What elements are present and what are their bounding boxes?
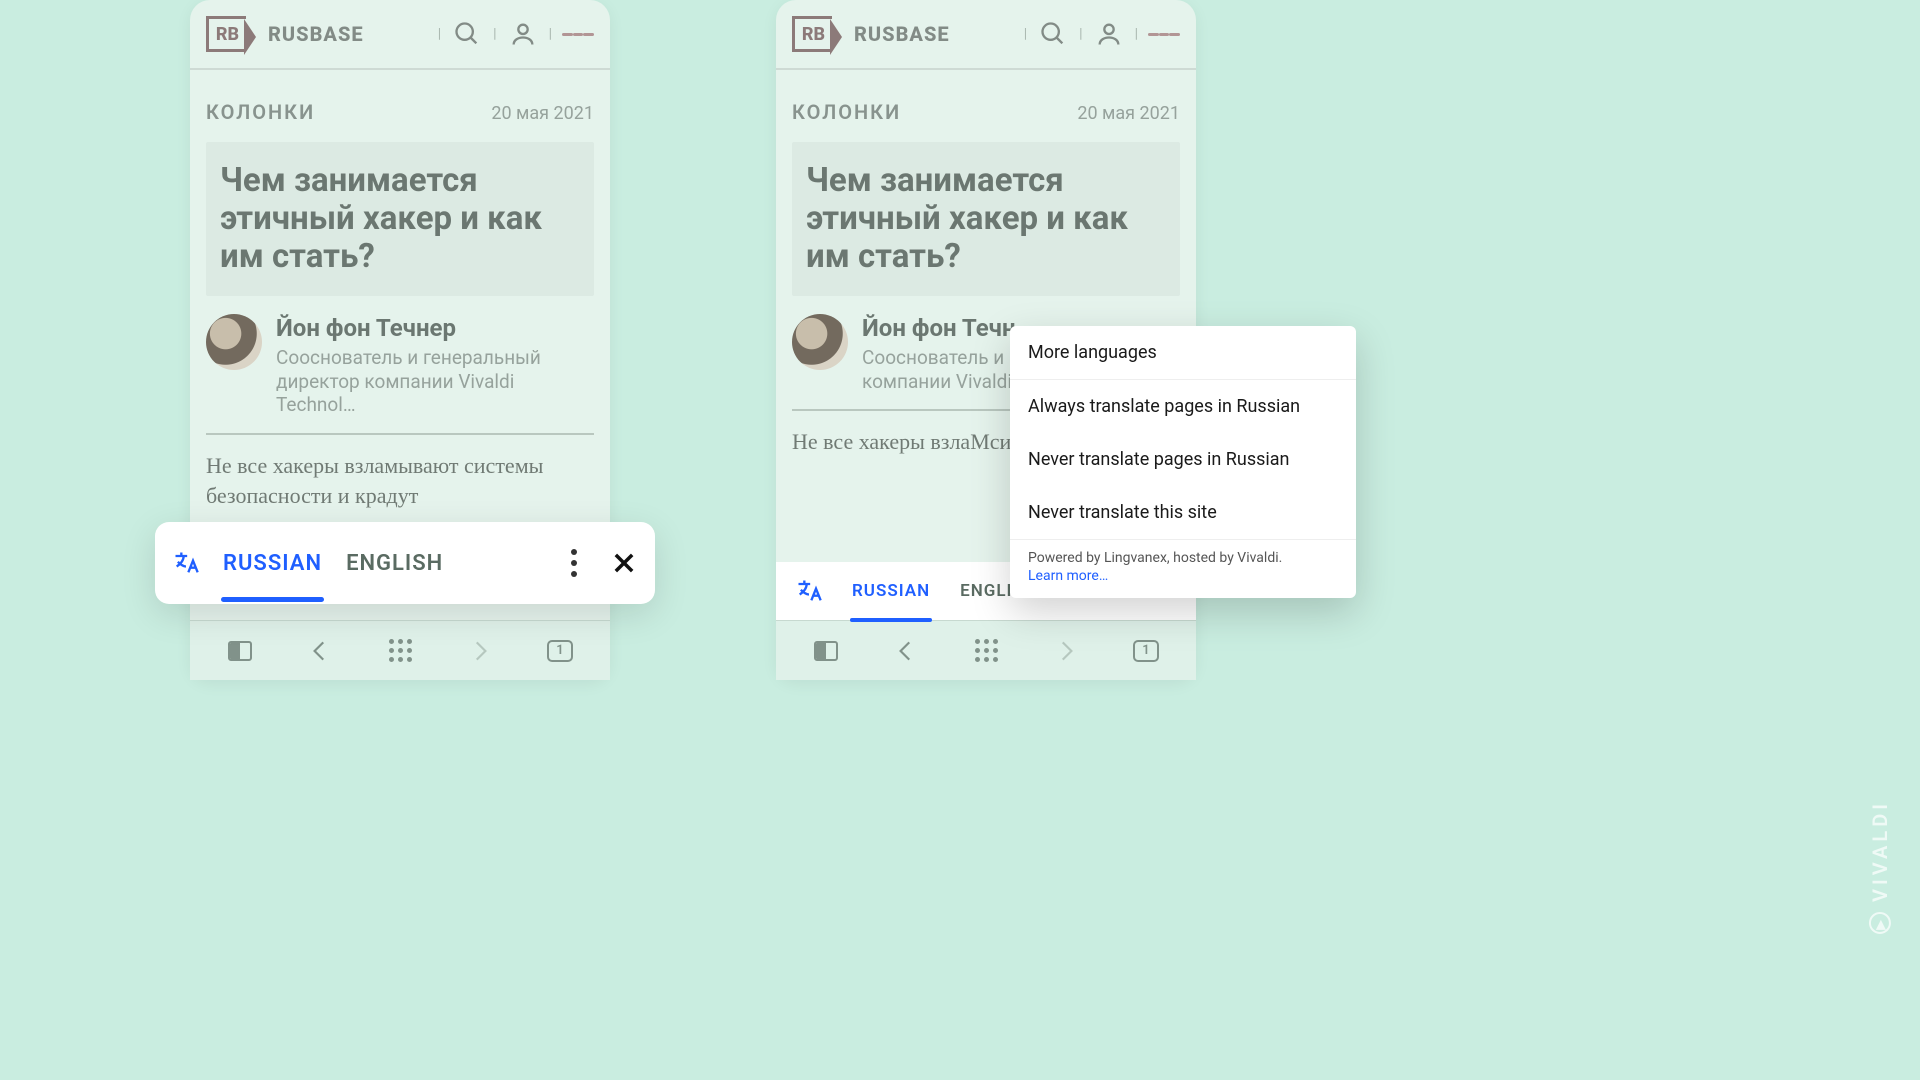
article-area: КОЛОНКИ 20 мая 2021 Чем занимается этичн…: [190, 70, 610, 510]
author-block[interactable]: Йон фон Течнер Сооснователь и генеральны…: [206, 314, 594, 417]
title-card: Чем занимается этичный хакер и как им ст…: [206, 142, 594, 296]
site-header: RB RUSBASE | | |: [190, 0, 610, 70]
category-label[interactable]: КОЛОНКИ: [792, 100, 901, 124]
translate-lang-russian[interactable]: RUSSIAN: [850, 573, 932, 609]
translate-close-icon[interactable]: [609, 548, 639, 578]
menu-footer: Powered by Lingvanex, hosted by Vivaldi.…: [1010, 539, 1356, 598]
tab-count: 1: [547, 640, 573, 662]
menu-icon[interactable]: [562, 18, 594, 50]
translate-lang-russian[interactable]: RUSSIAN: [221, 543, 324, 584]
translate-bar: RUSSIAN ENGLISH: [155, 522, 655, 604]
tab-count: 1: [1133, 640, 1159, 662]
user-icon[interactable]: [507, 18, 539, 50]
site-header: RB RUSBASE | | |: [776, 0, 1196, 70]
translate-options-menu: More languages Always translate pages in…: [1010, 326, 1356, 598]
learn-more-link[interactable]: Learn more…: [1028, 568, 1338, 584]
watermark-text: VIVALDI: [1868, 800, 1892, 902]
menu-never-lang[interactable]: Never translate pages in Russian: [1010, 433, 1356, 486]
logo-short: RB: [216, 24, 239, 45]
translate-more-icon[interactable]: [559, 548, 589, 578]
logo-short: RB: [802, 24, 825, 45]
back-icon[interactable]: [303, 634, 337, 668]
browser-bottom-nav: 1: [190, 620, 610, 680]
logo-icon[interactable]: RB: [792, 16, 832, 52]
header-icons: | | |: [438, 18, 594, 50]
tabs-icon[interactable]: 1: [543, 634, 577, 668]
article-title: Чем занимается этичный хакер и как им ст…: [220, 162, 580, 276]
tabs-icon[interactable]: 1: [1129, 634, 1163, 668]
author-subtitle: Сооснователь и генеральный директор комп…: [276, 346, 594, 417]
logo-text: RUSBASE: [854, 22, 950, 46]
avatar: [206, 314, 262, 370]
article-body: Не все хакеры взламывают системы безопас…: [206, 451, 594, 510]
article-date: 20 мая 2021: [491, 103, 594, 124]
menu-icon[interactable]: [1148, 18, 1180, 50]
menu-always-translate[interactable]: Always translate pages in Russian: [1010, 380, 1356, 433]
speed-dial-icon[interactable]: [383, 634, 417, 668]
translate-icon: [794, 576, 824, 606]
logo-text: RUSBASE: [268, 22, 364, 46]
avatar: [792, 314, 848, 370]
user-icon[interactable]: [1093, 18, 1125, 50]
search-icon[interactable]: [451, 18, 483, 50]
divider: [206, 433, 594, 435]
browser-bottom-nav: 1: [776, 620, 1196, 680]
author-name: Йон фон Течнер: [276, 314, 594, 342]
vivaldi-logo-icon: ▶: [1869, 912, 1891, 934]
translate-lang-english[interactable]: ENGLISH: [344, 543, 445, 584]
forward-icon[interactable]: [1049, 634, 1083, 668]
article-title: Чем занимается этичный хакер и как им ст…: [806, 162, 1166, 276]
logo-icon[interactable]: RB: [206, 16, 246, 52]
back-icon[interactable]: [889, 634, 923, 668]
menu-more-languages[interactable]: More languages: [1010, 326, 1356, 380]
powered-by-text: Powered by Lingvanex, hosted by Vivaldi.: [1028, 550, 1282, 566]
panel-toggle-icon[interactable]: [223, 634, 257, 668]
header-icons: | | |: [1024, 18, 1180, 50]
forward-icon[interactable]: [463, 634, 497, 668]
article-date: 20 мая 2021: [1077, 103, 1180, 124]
category-label[interactable]: КОЛОНКИ: [206, 100, 315, 124]
menu-never-site[interactable]: Never translate this site: [1010, 486, 1356, 539]
translate-icon: [171, 548, 201, 578]
search-icon[interactable]: [1037, 18, 1069, 50]
panel-toggle-icon[interactable]: [809, 634, 843, 668]
speed-dial-icon[interactable]: [969, 634, 1003, 668]
vivaldi-watermark: ▶ VIVALDI: [1868, 800, 1892, 934]
title-card: Чем занимается этичный хакер и как им ст…: [792, 142, 1180, 296]
